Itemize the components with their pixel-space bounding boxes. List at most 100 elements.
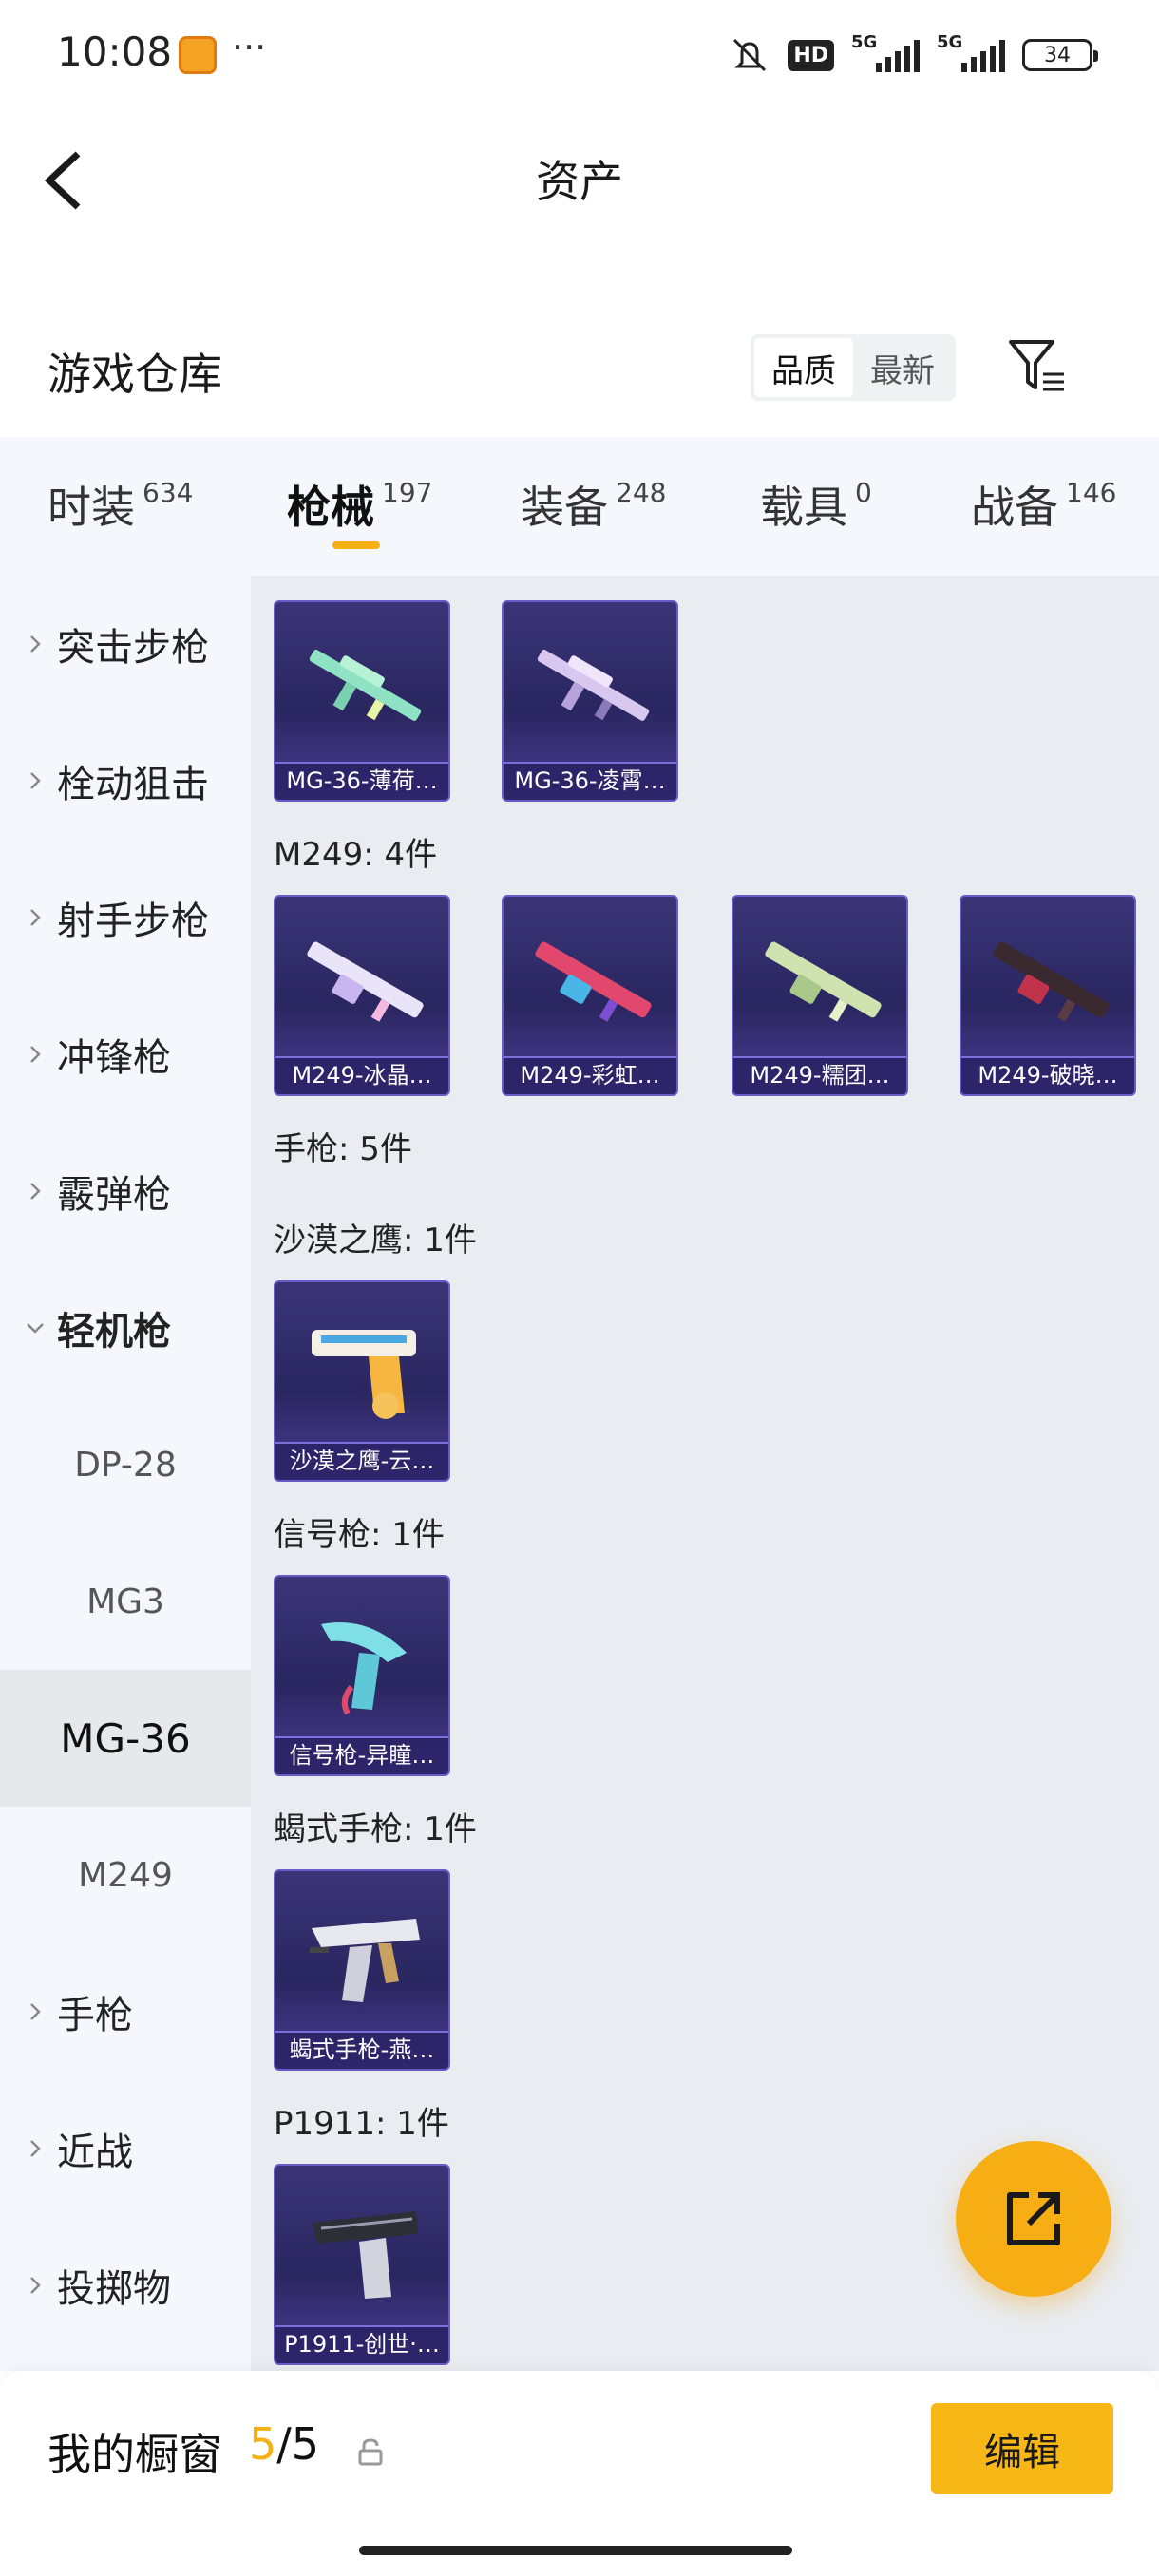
- showcase-total: 5: [291, 2418, 320, 2470]
- skin-name: M249-彩虹…: [504, 1056, 676, 1094]
- tab-count: 197: [382, 477, 433, 508]
- status-time: 10:08: [57, 28, 173, 75]
- sidebar-item-bolt-sniper[interactable]: 栓动狙击: [0, 712, 251, 849]
- flare-gun-skin-image: [321, 1622, 407, 1715]
- group-label-pistol: 手枪: 5件: [274, 1130, 412, 1168]
- home-indicator[interactable]: [359, 2546, 792, 2555]
- showcase-used: 5: [249, 2418, 277, 2470]
- page-title: 资产: [536, 156, 623, 207]
- sort-toggle: 品质 最新: [750, 334, 956, 401]
- hd-badge: HD: [788, 39, 834, 71]
- sidebar-item-assault-rifle[interactable]: 突击步枪: [0, 576, 251, 712]
- network-label: 5G: [937, 32, 963, 52]
- chevron-right-icon: [30, 909, 41, 926]
- tab-firearms[interactable]: 枪械 197: [287, 473, 432, 536]
- skin-card[interactable]: M249-破晓…: [960, 895, 1136, 1096]
- lock-icon: [358, 2438, 383, 2466]
- filter-icon[interactable]: [1007, 338, 1068, 395]
- chevron-right-icon: [30, 1183, 41, 1200]
- skin-card[interactable]: MG-36-薄荷…: [274, 600, 450, 802]
- battery-icon: 34: [1022, 39, 1098, 71]
- sidebar-item-label: 近战: [57, 2131, 133, 2174]
- group-label-p1911: P1911: 1件: [274, 2105, 449, 2143]
- sidebar-sub-mg36[interactable]: MG-36: [0, 1670, 251, 1807]
- skin-name: M249-冰晶…: [276, 1056, 448, 1094]
- skin-card[interactable]: 蝎式手枪-燕…: [274, 1869, 450, 2071]
- lmg-skin-image: [765, 941, 882, 1022]
- skin-name: MG-36-凌霄…: [504, 762, 676, 800]
- rifle-skin-image: [537, 649, 650, 721]
- sidebar-item-smg[interactable]: 冲锋枪: [0, 986, 251, 1123]
- sidebar-item-pistol[interactable]: 手枪: [0, 1943, 251, 2080]
- tab-count: 634: [142, 477, 194, 508]
- skin-card[interactable]: P1911-创世·…: [274, 2164, 450, 2365]
- tab-equipment[interactable]: 装备 248: [521, 473, 666, 536]
- tab-vehicles[interactable]: 载具 0: [760, 473, 872, 536]
- group-label-m249: M249: 4件: [274, 836, 438, 874]
- tab-label: 载具: [760, 482, 847, 533]
- tab-count: 146: [1066, 477, 1117, 508]
- sidebar-item-label: 轻机枪: [57, 1310, 171, 1354]
- chevron-right-icon: [30, 635, 41, 653]
- skin-card[interactable]: 沙漠之鹰-云…: [274, 1280, 450, 1482]
- sidebar-sub-dp28[interactable]: DP-28: [0, 1396, 251, 1533]
- skin-name: M249-破晓…: [961, 1056, 1134, 1094]
- weapon-category-sidebar: 突击步枪 栓动狙击 射手步枪 冲锋枪 霰弹枪 轻机枪 DP-28 MG3 MG-…: [0, 576, 251, 2371]
- signal-icon: 5G: [851, 32, 920, 72]
- skin-name: 沙漠之鹰-云…: [276, 1442, 448, 1480]
- sidebar-item-label: 冲锋枪: [57, 1036, 171, 1080]
- showcase-label: 我的橱窗: [48, 2429, 222, 2480]
- chevron-right-icon: [30, 2140, 41, 2157]
- showcase-count: 5/5: [249, 2418, 319, 2470]
- edit-button[interactable]: 编辑: [931, 2403, 1113, 2494]
- sidebar-sub-m249[interactable]: M249: [0, 1807, 251, 1943]
- network-label: 5G: [851, 32, 878, 52]
- mascot-icon: [179, 36, 217, 74]
- warehouse-title: 游戏仓库: [48, 349, 222, 400]
- tab-label: 枪械: [287, 482, 374, 533]
- skin-name: P1911-创世·…: [276, 2325, 448, 2363]
- pistol-skin-image: [312, 2211, 418, 2299]
- showcase-slash: /: [276, 2418, 292, 2470]
- signal-icon: 5G: [937, 32, 1005, 72]
- battery-level: 34: [1044, 43, 1071, 67]
- chevron-right-icon: [30, 772, 41, 789]
- chevron-down-icon: [27, 1323, 44, 1334]
- category-tabs: 时装 634 枪械 197 装备 248 载具 0 战备 146: [0, 437, 1159, 576]
- sidebar-item-marksman-rifle[interactable]: 射手步枪: [0, 849, 251, 986]
- sidebar-item-melee[interactable]: 近战: [0, 2080, 251, 2217]
- tab-label: 战备: [971, 482, 1058, 533]
- skin-card[interactable]: 信号枪-异瞳…: [274, 1575, 450, 1776]
- tab-tactical[interactable]: 战备 146: [971, 473, 1116, 536]
- sidebar-item-lmg[interactable]: 轻机枪: [0, 1260, 251, 1396]
- smg-pistol-skin-image: [310, 1919, 420, 2002]
- sidebar-item-label: 手枪: [57, 1994, 133, 2037]
- tab-count: 0: [855, 477, 872, 508]
- sidebar-sub-mg3[interactable]: MG3: [0, 1533, 251, 1670]
- group-label-desert-eagle: 沙漠之鹰: 1件: [274, 1222, 477, 1260]
- skin-name: MG-36-薄荷…: [276, 762, 448, 800]
- tab-count: 248: [616, 477, 667, 508]
- sidebar-item-label: 射手步枪: [57, 900, 209, 943]
- tab-label: 时装: [48, 482, 135, 533]
- sidebar-item-shotgun[interactable]: 霰弹枪: [0, 1123, 251, 1260]
- sidebar-item-label: 栓动狙击: [57, 763, 209, 806]
- share-icon: [1007, 2192, 1060, 2245]
- skin-card[interactable]: M249-彩虹…: [502, 895, 678, 1096]
- sidebar-item-label: 投掷物: [57, 2267, 171, 2311]
- tab-active-indicator: [332, 541, 380, 549]
- skin-card[interactable]: MG-36-凌霄…: [502, 600, 678, 802]
- tab-label: 装备: [521, 482, 608, 533]
- sort-newest-button[interactable]: 最新: [853, 338, 952, 397]
- sidebar-item-throwable[interactable]: 投掷物: [0, 2217, 251, 2354]
- share-button[interactable]: [956, 2141, 1112, 2297]
- rifle-skin-image: [309, 649, 422, 721]
- group-label-scorpion: 蝎式手枪: 1件: [274, 1810, 477, 1848]
- lmg-skin-image: [993, 941, 1110, 1022]
- tab-fashion[interactable]: 时装 634: [48, 473, 193, 536]
- sort-quality-button[interactable]: 品质: [754, 338, 853, 397]
- chevron-right-icon: [30, 2277, 41, 2294]
- silent-icon: [733, 38, 767, 72]
- skin-card[interactable]: M249-冰晶…: [274, 895, 450, 1096]
- skin-card[interactable]: M249-糯团…: [732, 895, 908, 1096]
